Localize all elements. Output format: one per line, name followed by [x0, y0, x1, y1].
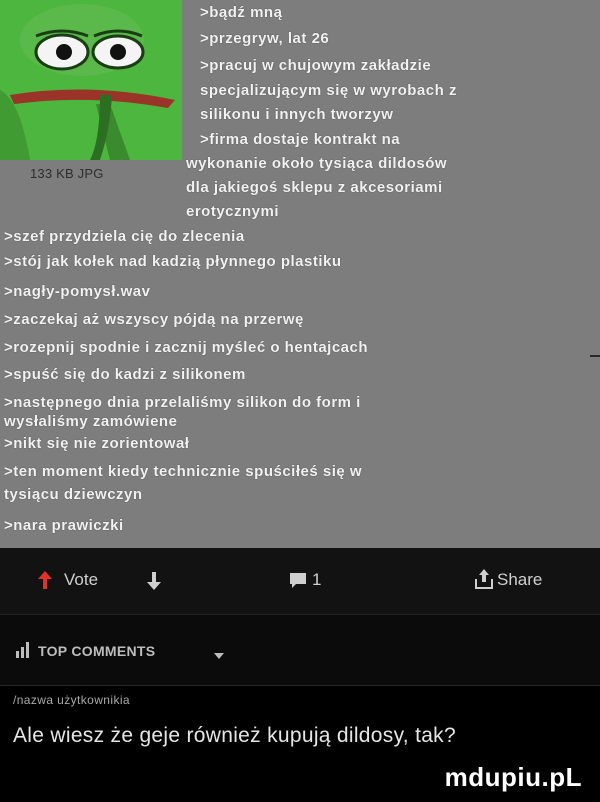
comment-text: Ale wiesz że geje również kupują dildosy…	[13, 724, 456, 747]
thumbnail-caption: 133 KB JPG	[30, 166, 104, 181]
post-line: >bądź mną	[200, 4, 283, 21]
top-comments-header[interactable]: TOP COMMENTS	[0, 615, 600, 686]
post-line: silikonu i innych tworzyw	[200, 106, 394, 123]
post-image: 133 KB JPG >bądź mną >przegryw, lat 26 >…	[0, 0, 600, 548]
post-line: >przegryw, lat 26	[200, 30, 330, 47]
action-bar: Vote 1 Share	[0, 548, 600, 615]
post-line: >stój jak kołek nad kadzią płynnego plas…	[4, 253, 342, 270]
post-line: wysłaliśmy zamówiene	[4, 413, 178, 430]
post-line: dla jakiegoś sklepu z akcesoriami	[186, 179, 443, 196]
post-line: specjalizującym się w wyrobach z	[200, 82, 457, 99]
post-line: >nikt się nie zorientował	[4, 435, 190, 452]
comment-icon[interactable]	[290, 573, 306, 594]
post-line: >firma dostaje kontrakt na	[200, 131, 401, 148]
post-line: >zaczekaj aż wszyscy pójdą na przerwę	[4, 311, 304, 328]
post-line: >nara prawiczki	[4, 517, 124, 534]
post-line: erotycznymi	[186, 203, 280, 220]
share-icon[interactable]	[475, 569, 493, 594]
chevron-down-icon[interactable]	[214, 646, 224, 664]
comment-username[interactable]: /nazwa użytkownikia	[13, 693, 130, 707]
post-line: >pracuj w chujowym zakładzie	[200, 57, 432, 74]
bar-chart-icon	[16, 642, 32, 663]
top-comments-label: TOP COMMENTS	[38, 643, 156, 659]
share-button[interactable]: Share	[497, 570, 542, 590]
post-line: >następnego dnia przelaliśmy silikon do …	[4, 394, 361, 411]
watermark: mdupiu.pL	[444, 762, 582, 792]
vote-label: Vote	[64, 570, 99, 589]
post-line: wykonanie około tysiąca dildosów	[186, 155, 448, 172]
divider	[590, 355, 600, 357]
post-line: >ten moment kiedy technicznie spuściłeś …	[4, 463, 363, 480]
post-line: >szef przydziela cię do zlecenia	[4, 228, 245, 245]
post-line: >nagły-pomysł.wav	[4, 283, 151, 300]
post-line: >spuść się do kadzi z silikonem	[4, 366, 246, 383]
downvote-icon[interactable]	[147, 572, 161, 595]
upvote-icon[interactable]	[38, 571, 52, 594]
post-line: tysiącu dziewczyn	[4, 486, 143, 503]
comment: /nazwa użytkownikia Ale wiesz że geje ró…	[0, 686, 600, 802]
post-line: >rozepnij spodnie i zacznij myśleć o hen…	[4, 339, 369, 356]
comment-count[interactable]: 1	[312, 570, 321, 590]
pepe-frog-thumbnail[interactable]	[0, 0, 182, 160]
